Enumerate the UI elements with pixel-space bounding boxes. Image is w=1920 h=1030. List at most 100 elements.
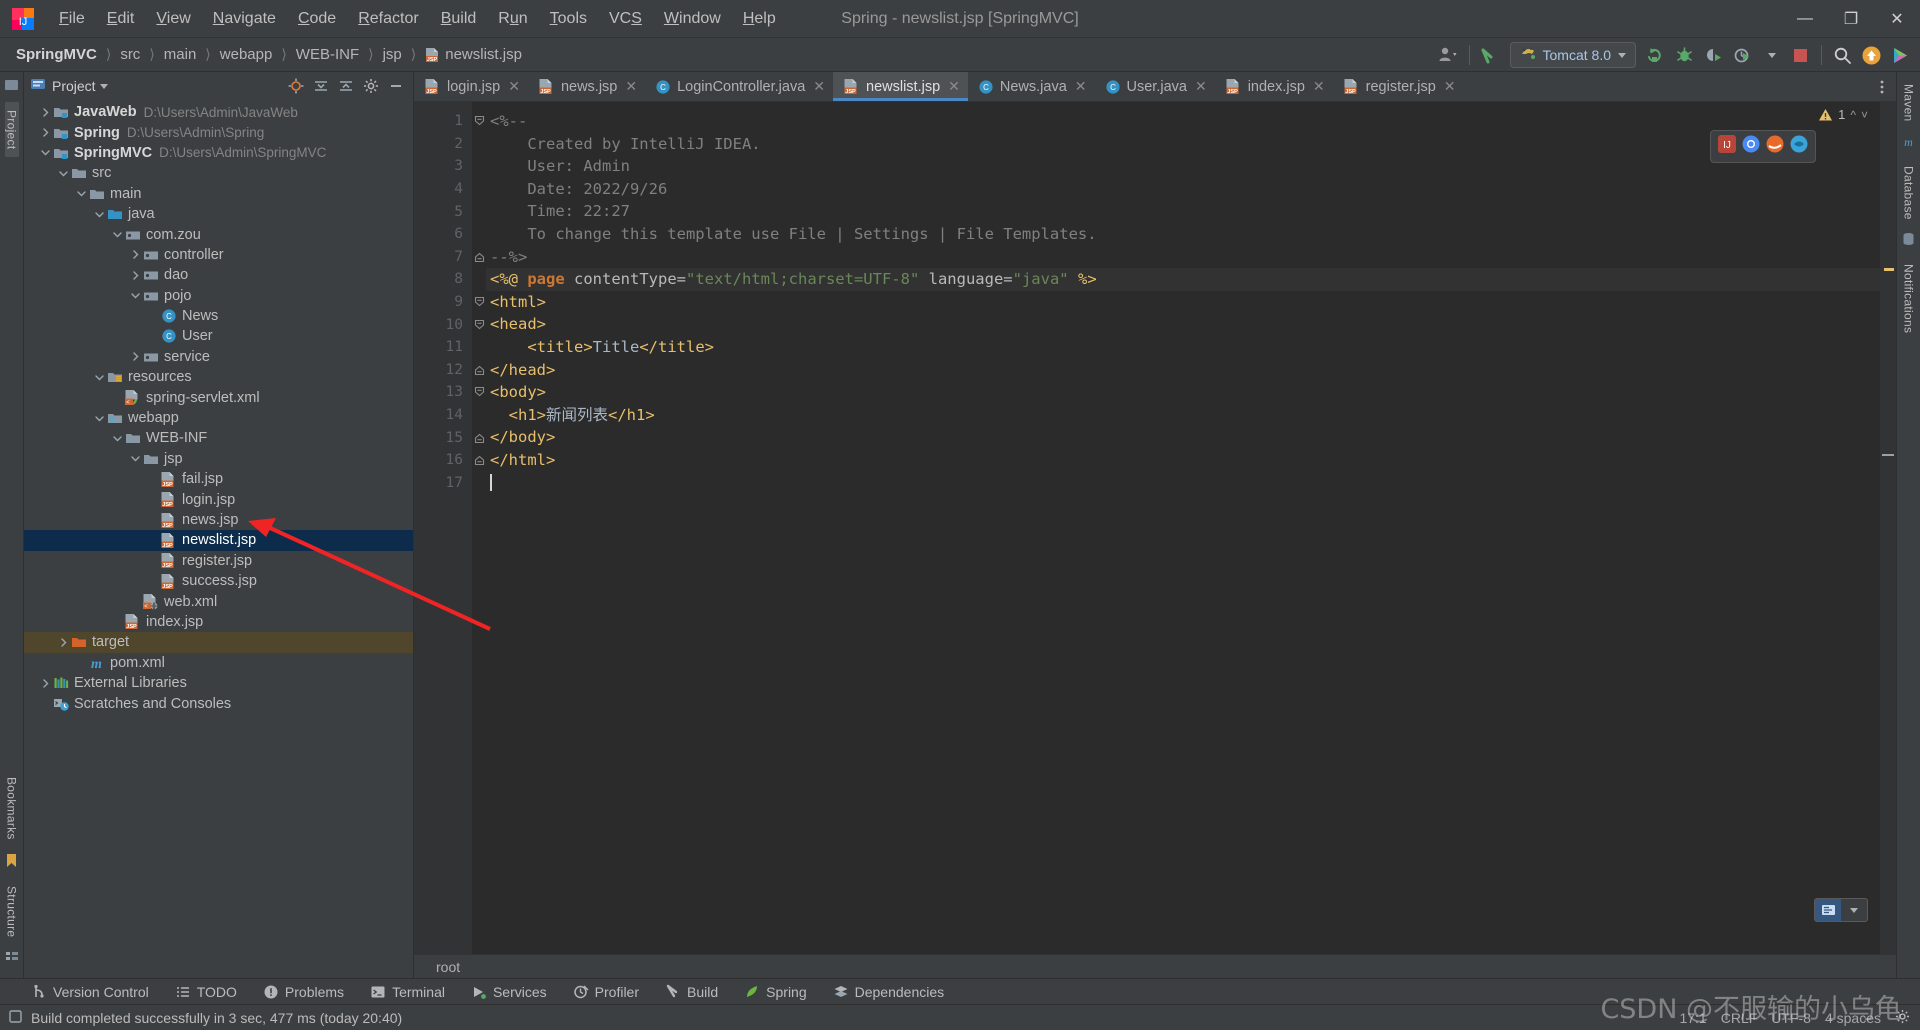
minimize-button[interactable]: —	[1782, 0, 1828, 38]
line-number[interactable]: 8	[414, 268, 472, 291]
firefox-icon[interactable]	[1790, 135, 1808, 158]
line-number[interactable]: 14	[414, 404, 472, 427]
code-line[interactable]: </body>	[486, 426, 1880, 449]
fold-marker-open[interactable]	[472, 110, 486, 133]
tree-node-webapp[interactable]: webapp	[24, 408, 413, 428]
tool-window-button-version-control[interactable]: Version Control	[26, 982, 154, 1002]
ide-assistant-icon[interactable]	[1887, 42, 1914, 69]
code-content[interactable]: <%-- Created by IntelliJ IDEA. User: Adm…	[486, 102, 1880, 954]
breadcrumb-item-springmvc[interactable]: SpringMVC	[12, 44, 101, 65]
chevron-down-icon[interactable]	[128, 290, 142, 301]
menu-item-code[interactable]: Code	[287, 6, 347, 32]
tree-node-src[interactable]: src	[24, 163, 413, 183]
close-icon[interactable]: ✕	[625, 78, 637, 95]
rail-item-structure[interactable]: Structure	[5, 878, 19, 945]
chevron-down-icon[interactable]	[110, 433, 124, 444]
locate-icon[interactable]	[285, 75, 307, 97]
menu-item-navigate[interactable]: Navigate	[202, 6, 287, 32]
tree-node-index-jsp[interactable]: JSP index.jsp	[24, 612, 413, 632]
fold-marker-open[interactable]	[472, 313, 486, 336]
editor-tab-user-java[interactable]: C User.java ✕	[1095, 72, 1215, 101]
updates-arrow-icon[interactable]	[1477, 42, 1504, 69]
reader-mode-icon[interactable]	[1815, 899, 1841, 921]
line-separator[interactable]: CRLF	[1721, 1010, 1758, 1026]
tree-node-scratches-and-consoles[interactable]: Scratches and Consoles	[24, 693, 413, 713]
tool-window-button-terminal[interactable]: Terminal	[365, 982, 450, 1002]
close-icon[interactable]: ✕	[1075, 78, 1087, 95]
tool-window-button-spring[interactable]: Spring	[739, 982, 811, 1002]
fold-marker-close[interactable]	[472, 246, 486, 269]
search-icon[interactable]	[1829, 42, 1856, 69]
fold-marker-open[interactable]	[472, 291, 486, 314]
tool-window-bar[interactable]: Version Control TODO Problems Terminal Servi…	[0, 978, 1920, 1004]
chevron-right-icon[interactable]	[56, 637, 70, 648]
inspection-status[interactable]: 1 ^ ˅	[1818, 107, 1868, 122]
chevron-down-icon[interactable]: ˅	[1861, 108, 1868, 122]
rail-item-maven[interactable]: Maven	[1902, 76, 1916, 130]
tree-node-login-jsp[interactable]: JSP login.jsp	[24, 489, 413, 509]
editor-mode-widget[interactable]	[1814, 898, 1868, 922]
menu-bar[interactable]: FFileile Edit View Navigate Code Refacto…	[48, 6, 787, 32]
fold-marker-close[interactable]	[472, 449, 486, 472]
menu-item-file[interactable]: FFileile	[48, 6, 96, 32]
collapse-all-icon[interactable]	[335, 75, 357, 97]
chevron-right-icon[interactable]	[38, 678, 52, 689]
profiler-icon[interactable]	[1729, 42, 1756, 69]
expand-all-icon[interactable]	[310, 75, 332, 97]
indent-setting[interactable]: 4 spaces	[1825, 1010, 1881, 1026]
chevron-down-icon[interactable]	[1758, 42, 1785, 69]
close-icon[interactable]: ✕	[508, 78, 520, 95]
browser-preview-toolbar[interactable]: IJ	[1710, 130, 1816, 163]
code-line[interactable]: --%>	[486, 246, 1880, 269]
rail-item-bookmarks[interactable]: Bookmarks	[5, 769, 19, 848]
code-editor[interactable]: 1 2 3 4 5 6 7 8 9 10 11 12 13 14 15 16 17 <%-- Created b…	[414, 102, 1896, 954]
file-encoding[interactable]: UTF-8	[1771, 1010, 1811, 1026]
line-number[interactable]: 5	[414, 200, 472, 223]
code-line[interactable]: <body>	[486, 381, 1880, 404]
line-number[interactable]: 10	[414, 313, 472, 336]
tree-node-pom-xml[interactable]: m pom.xml	[24, 653, 413, 673]
tree-node-news-jsp[interactable]: JSP news.jsp	[24, 510, 413, 530]
fold-marker-open[interactable]	[472, 381, 486, 404]
menu-item-build[interactable]: Build	[430, 6, 488, 32]
breadcrumb-item-jsp[interactable]: jsp	[379, 44, 406, 65]
chevron-right-icon[interactable]	[38, 107, 52, 118]
line-number[interactable]: 4	[414, 178, 472, 201]
line-number[interactable]: 17	[414, 472, 472, 495]
close-icon[interactable]: ✕	[948, 78, 960, 95]
code-folding-gutter[interactable]	[472, 102, 486, 954]
rail-item-project[interactable]: Project	[4, 102, 19, 158]
tree-node-javaweb[interactable]: JavaWeb D:\Users\Admin\JavaWeb	[24, 102, 413, 122]
code-line[interactable]: Time: 22:27	[486, 200, 1880, 223]
warning-marker[interactable]	[1884, 268, 1894, 271]
tool-window-button-dependencies[interactable]: Dependencies	[828, 982, 950, 1002]
chevron-down-icon[interactable]	[92, 209, 106, 220]
tree-node-newslist-jsp[interactable]: JSP newslist.jsp	[24, 530, 413, 551]
code-line[interactable]: Created by IntelliJ IDEA.	[486, 133, 1880, 156]
chevron-down-icon[interactable]	[92, 372, 106, 383]
tree-node-spring[interactable]: Spring D:\Users\Admin\Spring	[24, 122, 413, 142]
tree-node-main[interactable]: main	[24, 184, 413, 204]
tree-node-java[interactable]: java	[24, 204, 413, 224]
chevron-down-icon[interactable]	[92, 413, 106, 424]
tree-node-web-inf[interactable]: WEB-INF	[24, 428, 413, 448]
tree-node-dao[interactable]: dao	[24, 265, 413, 285]
tree-node-service[interactable]: service	[24, 347, 413, 367]
breadcrumb-item-main[interactable]: main	[160, 44, 201, 65]
tree-node-register-jsp[interactable]: JSP register.jsp	[24, 551, 413, 571]
account-icon[interactable]	[1435, 42, 1462, 69]
stop-icon[interactable]	[1787, 42, 1814, 69]
rail-item-notifications[interactable]: Notifications	[1902, 256, 1916, 341]
breadcrumb-item-newslist[interactable]: JSP newslist.jsp	[421, 44, 526, 65]
debug-icon[interactable]	[1671, 42, 1698, 69]
gear-icon[interactable]	[360, 75, 382, 97]
code-line[interactable]: <%--	[486, 110, 1880, 133]
chevron-right-icon[interactable]	[128, 249, 142, 260]
code-line[interactable]	[486, 472, 1880, 495]
close-icon[interactable]: ✕	[813, 78, 825, 95]
menu-item-tools[interactable]: Tools	[539, 6, 598, 32]
editor-tab-newslist-jsp[interactable]: JSP newslist.jsp ✕	[833, 72, 968, 101]
tree-node-springmvc[interactable]: SpringMVC D:\Users\Admin\SpringMVC	[24, 143, 413, 163]
tree-node-web-xml[interactable]: < web.xml	[24, 591, 413, 611]
line-number[interactable]: 9	[414, 291, 472, 314]
